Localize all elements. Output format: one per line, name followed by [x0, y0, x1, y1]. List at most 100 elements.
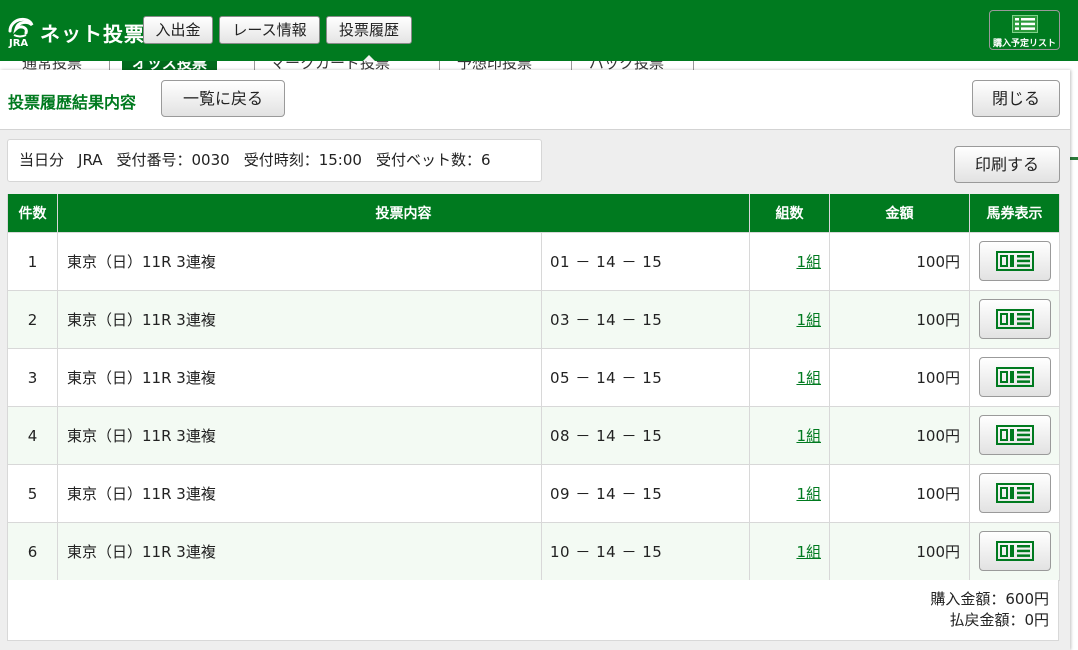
ticket-icon [995, 251, 1034, 271]
row-race: 東京（日）11R 3連複 [57, 232, 542, 291]
ticket-icon [995, 541, 1034, 561]
row-combination: 08 － 14 － 15 [541, 406, 750, 465]
bet-history-table: 件数 投票内容 組数 金額 馬券表示 1 東京（日）11R 3連複 01 － 1… [7, 194, 1060, 581]
info-day: 当日分 [19, 151, 65, 169]
close-button[interactable]: 閉じる [972, 80, 1060, 117]
ticket-icon [995, 367, 1034, 387]
tab-markcard[interactable]: マークカード投票 [270, 61, 390, 70]
row-number: 3 [7, 348, 58, 407]
row-race: 東京（日）11R 3連複 [57, 348, 542, 407]
table-header-row: 件数 投票内容 組数 金額 馬券表示 [7, 194, 1060, 233]
ticket-view-button[interactable] [978, 415, 1051, 455]
row-amount: 100円 [829, 232, 970, 291]
bet-type-tabs: 通常投票 オッズ投票 マークカード投票 予想印投票 パック投票 [0, 61, 1078, 70]
nav-race-info-button[interactable]: レース情報 [219, 16, 320, 44]
ticket-icon [995, 309, 1034, 329]
row-combination: 10 － 14 － 15 [541, 522, 750, 581]
kumi-link[interactable]: 1組 [796, 427, 821, 445]
row-ticket-cell [969, 522, 1060, 581]
row-race: 東京（日）11R 3連複 [57, 406, 542, 465]
header-ticket: 馬券表示 [969, 194, 1060, 233]
table-row: 1 東京（日）11R 3連複 01 － 14 － 15 1組 100円 [7, 232, 1060, 291]
row-combination: 01 － 14 － 15 [541, 232, 750, 291]
purchase-total: 購入金額：600円 [930, 590, 1049, 608]
row-combination: 09 － 14 － 15 [541, 464, 750, 523]
row-amount: 100円 [829, 290, 970, 349]
row-number: 2 [7, 290, 58, 349]
row-number: 4 [7, 406, 58, 465]
row-ticket-cell [969, 406, 1060, 465]
ticket-view-button[interactable] [978, 241, 1051, 281]
row-number: 1 [7, 232, 58, 291]
modal-title: 投票履歴結果内容 [8, 93, 137, 112]
table-row: 3 東京（日）11R 3連複 05 － 14 － 15 1組 100円 [7, 348, 1060, 407]
tab-separator [439, 61, 440, 70]
row-amount: 100円 [829, 348, 970, 407]
table-row: 6 東京（日）11R 3連複 10 － 14 － 15 1組 100円 [7, 522, 1060, 581]
info-receipt-time: 受付時刻：15:00 [243, 151, 362, 169]
row-ticket-cell [969, 290, 1060, 349]
tab-separator [571, 61, 572, 70]
history-result-modal: 投票履歴結果内容 一覧に戻る 閉じる 当日分 JRA 受付番号：0030 受付時刻：1… [0, 70, 1070, 650]
tab-pack[interactable]: パック投票 [589, 61, 664, 70]
info-receipt-no: 受付番号：0030 [116, 151, 230, 169]
tab-odds[interactable]: オッズ投票 [122, 61, 218, 70]
row-kumi-cell: 1組 [749, 522, 830, 581]
logo-text: ネット投票 [40, 22, 145, 46]
header-kumi: 組数 [749, 194, 830, 233]
info-org: JRA [78, 151, 103, 169]
tab-normal[interactable]: 通常投票 [22, 61, 82, 70]
payment-summary: 購入金額：600円 払戻金額：0円 [7, 580, 1059, 641]
row-kumi-cell: 1組 [749, 290, 830, 349]
modal-header: 投票履歴結果内容 一覧に戻る 閉じる [0, 70, 1070, 130]
background-divider [1070, 157, 1078, 160]
row-ticket-cell [969, 464, 1060, 523]
ticket-view-button[interactable] [978, 473, 1051, 513]
table-row: 4 東京（日）11R 3連複 08 － 14 － 15 1組 100円 [7, 406, 1060, 465]
header-content: 投票内容 [57, 194, 750, 233]
info-bet-count: 受付ベット数：6 [375, 151, 491, 169]
table-row: 2 東京（日）11R 3連複 03 － 14 － 15 1組 100円 [7, 290, 1060, 349]
ticket-icon [995, 425, 1034, 445]
row-race: 東京（日）11R 3連複 [57, 464, 542, 523]
purchase-list-label: 購入予定リスト [992, 39, 1056, 49]
row-combination: 03 － 14 － 15 [541, 290, 750, 349]
list-icon [1012, 15, 1038, 33]
receipt-info: 当日分 JRA 受付番号：0030 受付時刻：15:00 受付ベット数：6 [7, 139, 542, 182]
header-amount: 金額 [829, 194, 970, 233]
app-header: JRA ネット投票 入出金 レース情報 投票履歴 購入予定リスト [0, 0, 1078, 63]
kumi-link[interactable]: 1組 [796, 253, 821, 271]
nav-history-button[interactable]: 投票履歴 [326, 16, 412, 44]
refund-total: 払戻金額：0円 [949, 611, 1049, 629]
tab-prediction[interactable]: 予想印投票 [457, 61, 532, 70]
row-race: 東京（日）11R 3連複 [57, 290, 542, 349]
row-kumi-cell: 1組 [749, 348, 830, 407]
print-button[interactable]: 印刷する [954, 146, 1060, 183]
row-race: 東京（日）11R 3連複 [57, 522, 542, 581]
back-to-list-button[interactable]: 一覧に戻る [161, 80, 285, 117]
tab-separator [109, 61, 110, 70]
kumi-link[interactable]: 1組 [796, 369, 821, 387]
ticket-view-button[interactable] [978, 357, 1051, 397]
kumi-link[interactable]: 1組 [796, 485, 821, 503]
ticket-view-button[interactable] [978, 531, 1051, 571]
jra-logo[interactable]: JRA ネット投票 [6, 11, 144, 53]
row-amount: 100円 [829, 406, 970, 465]
row-kumi-cell: 1組 [749, 232, 830, 291]
header-count: 件数 [7, 194, 58, 233]
ticket-icon [995, 483, 1034, 503]
purchase-list-button[interactable]: 購入予定リスト [989, 10, 1060, 50]
row-amount: 100円 [829, 522, 970, 581]
row-amount: 100円 [829, 464, 970, 523]
tab-separator [254, 61, 255, 70]
tab-separator [693, 61, 694, 70]
row-ticket-cell [969, 232, 1060, 291]
row-number: 6 [7, 522, 58, 581]
ticket-view-button[interactable] [978, 299, 1051, 339]
kumi-link[interactable]: 1組 [796, 311, 821, 329]
row-kumi-cell: 1組 [749, 406, 830, 465]
logo-small-text: JRA [9, 38, 29, 49]
kumi-link[interactable]: 1組 [796, 543, 821, 561]
row-ticket-cell [969, 348, 1060, 407]
nav-deposit-button[interactable]: 入出金 [143, 16, 213, 44]
